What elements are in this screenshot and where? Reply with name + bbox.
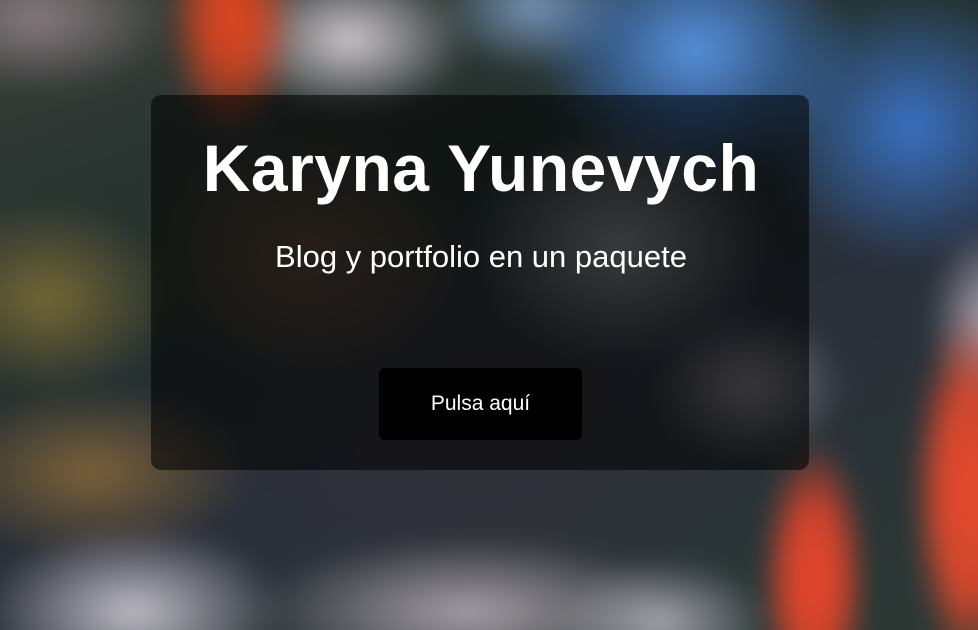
- cta-button[interactable]: Pulsa aquí: [379, 368, 582, 440]
- hero-title: Karyna Yunevych: [202, 131, 760, 205]
- hero-section: Karyna Yunevych Blog y portfolio en un p…: [0, 0, 978, 630]
- hero-subtitle: Blog y portfolio en un paquete: [275, 239, 687, 274]
